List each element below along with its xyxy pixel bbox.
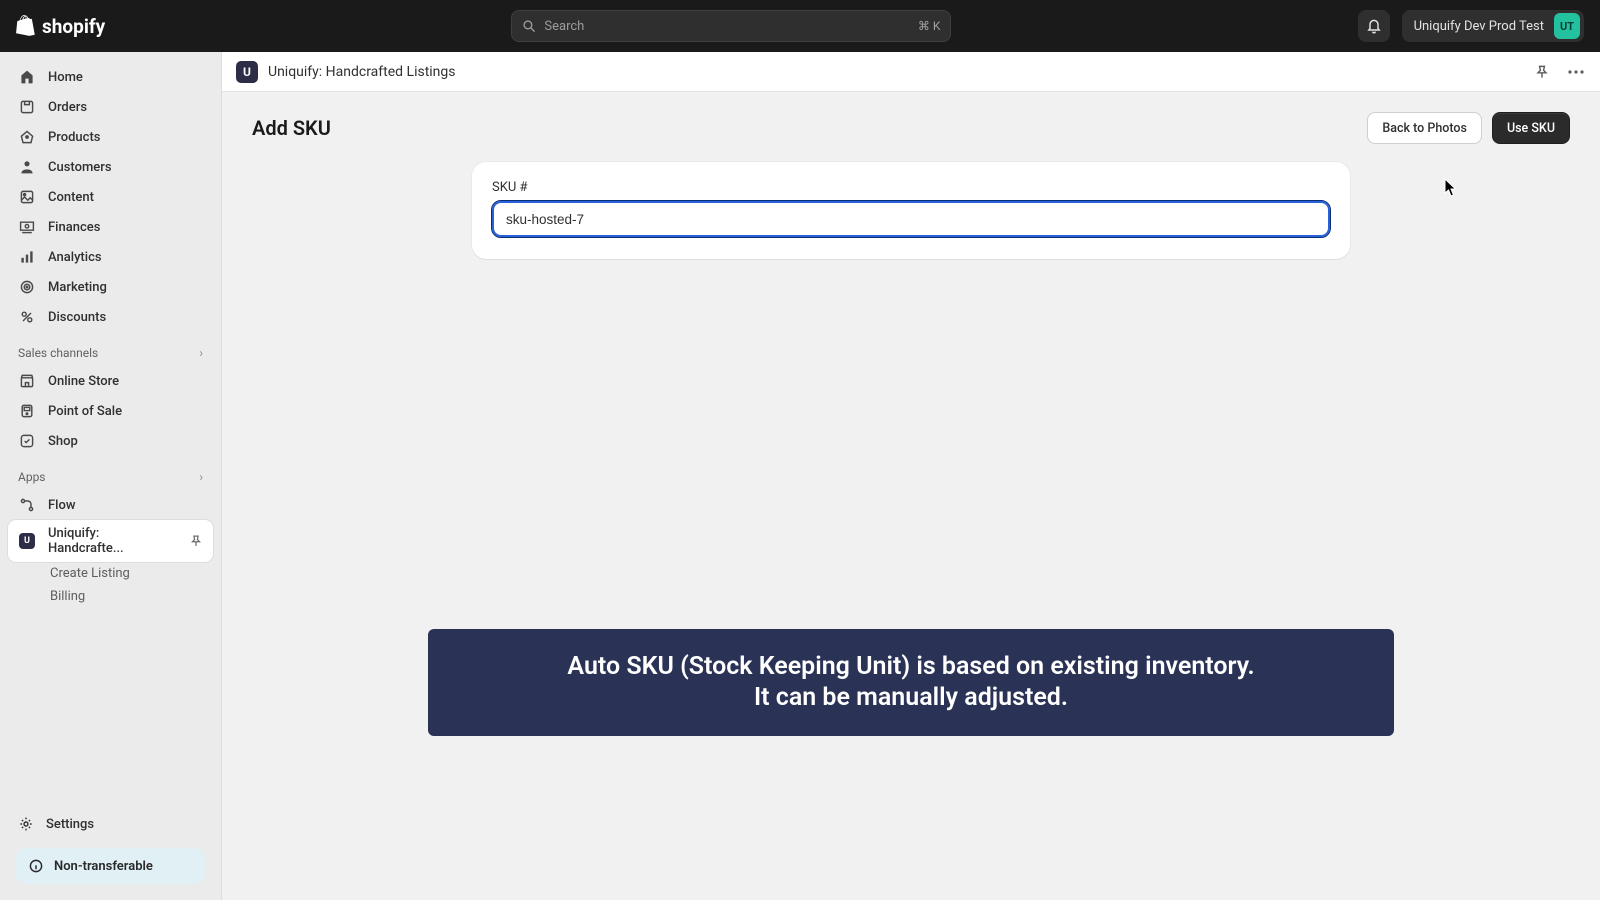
sidebar-item-products[interactable]: Products [8, 122, 213, 152]
app-icon: U [236, 61, 258, 83]
chevron-right-icon: › [199, 346, 203, 360]
pin-button[interactable] [1532, 62, 1552, 82]
bell-icon [1366, 18, 1382, 34]
sidebar-item-finances[interactable]: Finances [8, 212, 213, 242]
sidebar-item-shop[interactable]: Shop [8, 426, 213, 456]
nav-label: Uniquify: Handcrafte... [48, 526, 177, 556]
sidebar-item-analytics[interactable]: Analytics [8, 242, 213, 272]
avatar: UT [1554, 13, 1580, 39]
nav-label: Flow [48, 498, 76, 513]
section-label: Apps [18, 470, 46, 484]
nav-label: Point of Sale [48, 404, 122, 419]
sku-card: SKU # [472, 162, 1350, 259]
sidebar-item-orders[interactable]: Orders [8, 92, 213, 122]
analytics-icon [18, 248, 36, 266]
nav-label: Home [48, 70, 83, 85]
nav-label: Finances [48, 220, 100, 235]
search-icon [522, 19, 536, 33]
more-button[interactable] [1566, 62, 1586, 82]
sidebar-item-discounts[interactable]: Discounts [8, 302, 213, 332]
page-title: Add SKU [252, 116, 331, 140]
search-input-box[interactable]: Search ⌘ K [511, 10, 951, 42]
nav-label: Discounts [48, 310, 106, 325]
nav-label: Customers [48, 160, 112, 175]
sku-input[interactable] [492, 201, 1330, 237]
content: SKU # Auto SKU (Stock Keeping Unit) is b… [222, 158, 1600, 740]
sidebar-sub-billing[interactable]: Billing [8, 585, 213, 608]
finances-icon [18, 218, 36, 236]
sidebar-item-flow[interactable]: Flow [8, 490, 213, 520]
brand-label: shopify [42, 15, 105, 38]
sidebar-item-content[interactable]: Content [8, 182, 213, 212]
sidebar-sub-create-listing[interactable]: Create Listing [8, 562, 213, 585]
section-sales-channels[interactable]: Sales channels › [0, 332, 221, 366]
sidebar-item-online-store[interactable]: Online Store [8, 366, 213, 396]
sidebar-item-pos[interactable]: Point of Sale [8, 396, 213, 426]
sidebar-item-uniquify[interactable]: U Uniquify: Handcrafte... [8, 520, 213, 562]
info-icon [28, 858, 44, 874]
nav-label: Content [48, 190, 94, 205]
search-placeholder: Search [544, 19, 909, 34]
use-sku-button[interactable]: Use SKU [1492, 112, 1570, 144]
chevron-right-icon: › [199, 470, 203, 484]
sidebar-item-settings[interactable]: Settings [8, 808, 213, 840]
nontransferable-banner[interactable]: Non-transferable [16, 848, 205, 884]
home-icon [18, 68, 36, 86]
sidebar-item-home[interactable]: Home [8, 62, 213, 92]
nav-label: Settings [46, 817, 94, 832]
search-wrapper: Search ⌘ K [105, 10, 1357, 42]
app-title-bar: U Uniquify: Handcrafted Listings [222, 52, 1600, 92]
search-kbd: ⌘ K [918, 19, 941, 33]
banner-line-1: Auto SKU (Stock Keeping Unit) is based o… [454, 651, 1368, 682]
uniquify-icon: U [18, 532, 36, 550]
pos-icon [18, 402, 36, 420]
nav-label: Marketing [48, 280, 107, 295]
content-icon [18, 188, 36, 206]
marketing-icon [18, 278, 36, 296]
main: U Uniquify: Handcrafted Listings Add SKU… [222, 52, 1600, 900]
pin-icon[interactable] [189, 534, 203, 548]
orders-icon [18, 98, 36, 116]
nav-label: Products [48, 130, 100, 145]
nav-label: Orders [48, 100, 87, 115]
topbar-right: Uniquify Dev Prod Test UT [1358, 10, 1584, 42]
sku-field-label: SKU # [492, 180, 1330, 195]
nav-label: Analytics [48, 250, 102, 265]
app-title: Uniquify: Handcrafted Listings [268, 64, 456, 80]
store-name: Uniquify Dev Prod Test [1414, 19, 1544, 34]
notifications-button[interactable] [1358, 10, 1390, 42]
gear-icon [18, 816, 34, 832]
page-header: Add SKU Back to Photos Use SKU [222, 92, 1600, 158]
sidebar-item-customers[interactable]: Customers [8, 152, 213, 182]
section-label: Sales channels [18, 346, 98, 360]
nav-label: Shop [48, 434, 78, 449]
topbar: shopify Search ⌘ K Uniquify Dev Prod Tes… [0, 0, 1600, 52]
shop-icon [18, 432, 36, 450]
discounts-icon [18, 308, 36, 326]
online-store-icon [18, 372, 36, 390]
banner-line-2: It can be manually adjusted. [454, 682, 1368, 713]
customers-icon [18, 158, 36, 176]
back-to-photos-button[interactable]: Back to Photos [1367, 112, 1482, 144]
products-icon [18, 128, 36, 146]
nav-label: Online Store [48, 374, 119, 389]
section-apps[interactable]: Apps › [0, 456, 221, 490]
shopify-logo[interactable]: shopify [16, 15, 105, 38]
sidebar: Home Orders Products Customers Content F… [0, 52, 222, 900]
store-switcher[interactable]: Uniquify Dev Prod Test UT [1402, 10, 1584, 42]
nontransferable-label: Non-transferable [54, 859, 153, 874]
shopify-bag-icon [16, 15, 36, 37]
info-banner: Auto SKU (Stock Keeping Unit) is based o… [428, 629, 1394, 736]
flow-icon [18, 496, 36, 514]
sidebar-item-marketing[interactable]: Marketing [8, 272, 213, 302]
